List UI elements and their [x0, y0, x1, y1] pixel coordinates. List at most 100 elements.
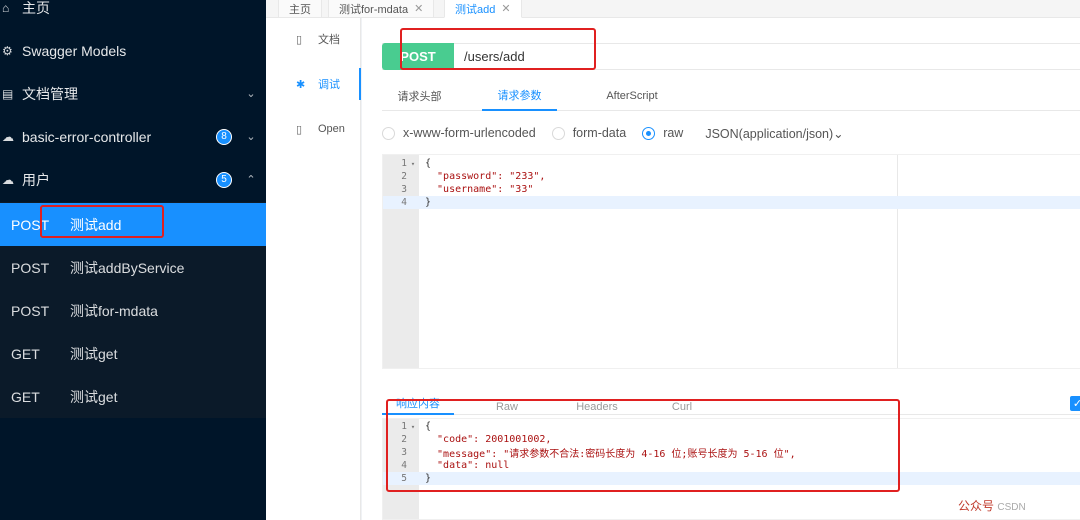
line-number: 1: [401, 421, 407, 432]
endpoint-item[interactable]: GET 测试get: [0, 332, 266, 375]
nav-open[interactable]: ▯ Open: [266, 113, 361, 145]
endpoint-item[interactable]: POST 测试add: [0, 203, 266, 246]
watermark-text: 公众号: [958, 499, 995, 513]
radio-label: form-data: [572, 126, 627, 140]
sidebar-item-basic-error-controller[interactable]: ☁ basic-error-controller 8 ⌄: [0, 115, 266, 158]
cloud-icon: ☁: [2, 172, 14, 187]
radio-label: x-www-form-urlencoded: [403, 126, 536, 140]
endpoint-item[interactable]: POST 测试for-mdata: [0, 289, 266, 332]
endpoint-name: 测试add: [70, 216, 122, 233]
close-icon[interactable]: ✕: [501, 2, 510, 15]
nav-label: Open: [318, 123, 345, 135]
count-badge: 8: [216, 128, 232, 145]
tab-response-content[interactable]: 响应内容: [382, 391, 454, 415]
tab-bar: 主页 测试for-mdata ✕ 测试add ✕: [266, 0, 1080, 18]
chevron-down-icon: ⌄: [246, 131, 256, 143]
chevron-up-icon: ⌃: [246, 174, 256, 186]
sidebar-item-label: 用户: [22, 171, 50, 188]
radio-icon[interactable]: [551, 126, 565, 140]
print-margin: [897, 155, 898, 368]
method-badge[interactable]: POST: [382, 43, 454, 70]
nav-docs[interactable]: ▯ 文档: [266, 23, 361, 55]
line-number: 5: [401, 473, 407, 484]
code-line: 2 "password": "233",: [383, 170, 545, 183]
tab-label: 主页: [289, 3, 311, 16]
line-number: 1: [401, 158, 407, 169]
url-bar[interactable]: POST /users/add: [382, 43, 1080, 70]
watermark: 公众号 CSDN: [958, 497, 1026, 514]
sidebar: ⌂ 主页 ⚙ Swagger Models ▤ 文档管理 ⌄ ☁ basic-e…: [0, 0, 266, 520]
code-line: 3 "username": "33": [383, 183, 533, 196]
radio-urlencoded[interactable]: x-www-form-urlencoded: [382, 126, 536, 140]
line-number: 2: [401, 434, 407, 445]
tab-test-for-mdata[interactable]: 测试for-mdata ✕: [328, 0, 435, 18]
code-line-active: 5 }: [383, 472, 1080, 485]
sidebar-item-swagger-models[interactable]: ⚙ Swagger Models: [0, 29, 266, 72]
count-badge: 5: [216, 171, 232, 188]
request-body-editor[interactable]: 1 ▾ { 2 "password": "233", 3 "username":…: [382, 154, 1080, 369]
check-icon[interactable]: ✓: [1070, 396, 1080, 411]
content-type-select[interactable]: JSON(application/json)⌄: [705, 126, 843, 141]
tab-test-add[interactable]: 测试add ✕: [444, 0, 522, 18]
watermark-suffix: CSDN: [997, 502, 1026, 513]
tab-headers[interactable]: Headers: [557, 391, 637, 415]
fold-icon[interactable]: ▾: [407, 160, 419, 168]
tab-home[interactable]: 主页: [278, 0, 322, 18]
method-label: GET: [11, 345, 40, 362]
endpoint-name: 测试get: [70, 388, 118, 405]
tab-afterscript[interactable]: AfterScript: [587, 81, 677, 111]
code-text: }: [425, 473, 432, 484]
radio-form-data[interactable]: form-data: [551, 126, 627, 140]
sidebar-item-home[interactable]: ⌂ 主页: [0, 0, 266, 29]
code-text: "data": null: [425, 460, 510, 471]
chevron-down-icon: ⌄: [246, 88, 256, 100]
line-number: 4: [401, 460, 407, 471]
close-icon[interactable]: ✕: [414, 2, 423, 15]
request-tabs: 请求头部 请求参数 AfterScript: [382, 81, 1080, 111]
code-text: "message": "请求参数不合法:密码长度为 4-16 位;账号长度为 5…: [425, 449, 796, 460]
radio-icon[interactable]: [642, 126, 656, 140]
code-text: "username": "33": [425, 184, 534, 195]
line-number: 3: [401, 447, 407, 458]
code-text: "password": "233",: [425, 171, 546, 182]
doc-nav: ▯ 文档 ✱ 调试 ▯ Open: [266, 18, 361, 520]
endpoint-item[interactable]: POST 测试addByService: [0, 246, 266, 289]
endpoint-item[interactable]: GET 测试get: [0, 375, 266, 418]
nav-debug[interactable]: ✱ 调试: [266, 68, 361, 100]
code-line: 4 "data": null: [383, 459, 509, 472]
radio-icon[interactable]: [382, 126, 395, 140]
code-line: 3 "message": "请求参数不合法:密码长度为 4-16 位;账号长度为…: [383, 446, 796, 460]
sidebar-item-label: 文档管理: [22, 85, 78, 102]
response-tabs: 响应内容 Raw Headers Curl ✓: [382, 391, 1080, 415]
tab-curl[interactable]: Curl: [657, 391, 707, 415]
sidebar-item-doc-management[interactable]: ▤ 文档管理 ⌄: [0, 72, 266, 115]
code-text: {: [425, 158, 432, 169]
method-label: POST: [11, 259, 50, 276]
document-icon: ▯: [296, 33, 303, 46]
method-label: GET: [11, 388, 40, 405]
sidebar-item-label: Swagger Models: [22, 42, 127, 59]
nav-label: 文档: [318, 34, 340, 46]
tab-request-headers[interactable]: 请求头部: [382, 81, 457, 111]
box-icon: ⚙: [2, 43, 13, 58]
tab-request-params[interactable]: 请求参数: [482, 81, 557, 111]
document-icon: ▤: [2, 86, 14, 101]
radio-raw[interactable]: raw: [642, 126, 683, 140]
body-type-selector: x-www-form-urlencoded form-data raw JSON…: [382, 122, 860, 144]
fold-icon[interactable]: ▾: [407, 423, 419, 431]
tab-label: 测试for-mdata: [339, 3, 409, 16]
line-number: 4: [401, 197, 407, 208]
line-number: 2: [401, 171, 407, 182]
url-input[interactable]: /users/add: [454, 49, 525, 64]
code-line-active: 4 }: [383, 196, 1080, 209]
method-label: POST: [11, 216, 50, 233]
code-text: {: [425, 421, 432, 432]
code-line: 1 ▾ {: [383, 157, 431, 170]
debug-panel: POST /users/add 请求头部 请求参数 AfterScript x-…: [362, 18, 1080, 520]
bug-icon: ✱: [296, 78, 306, 91]
sidebar-item-user[interactable]: ☁ 用户 5 ⌃: [0, 158, 266, 201]
file-icon: ▯: [296, 123, 303, 136]
sidebar-item-label: 主页: [22, 0, 50, 16]
tab-raw[interactable]: Raw: [477, 391, 537, 415]
radio-label: raw: [663, 126, 684, 140]
